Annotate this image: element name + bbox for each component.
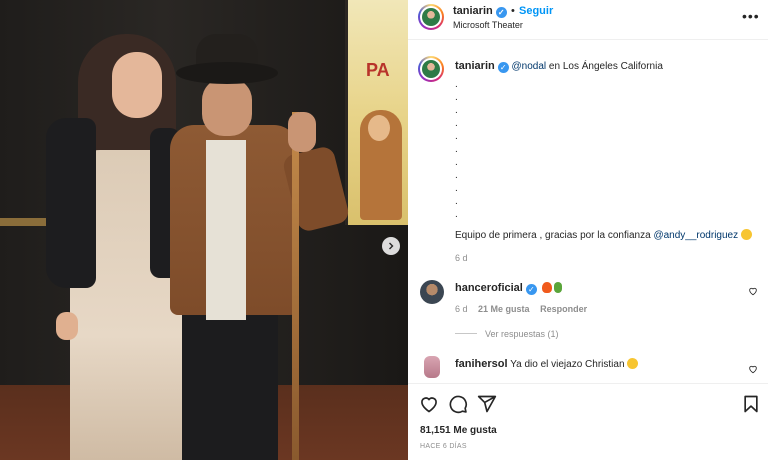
chevron-right-icon bbox=[389, 242, 394, 250]
caption-dot: . bbox=[455, 79, 458, 90]
verified-badge-icon: ✓ bbox=[497, 62, 509, 73]
caption-dot: . bbox=[455, 183, 458, 194]
fire-emoji-icon bbox=[541, 282, 552, 293]
movie-poster: PA bbox=[345, 0, 408, 225]
comment: hanceroficial ✓ 6 d 21 Me gusta Responder… bbox=[408, 278, 768, 348]
commenter-avatar[interactable] bbox=[420, 280, 444, 304]
man-face bbox=[202, 78, 252, 136]
comment-text: Ya dio el viejazo Christian bbox=[510, 359, 625, 370]
comment-likes[interactable]: 21 Me gusta bbox=[478, 304, 530, 314]
caption-timestamp[interactable]: 6 d bbox=[455, 253, 468, 263]
caption-dot: . bbox=[455, 209, 458, 220]
post-photo[interactable]: PA bbox=[0, 0, 408, 460]
caption-username[interactable]: taniarin bbox=[455, 60, 495, 72]
man-hand bbox=[288, 112, 316, 152]
author-avatar[interactable] bbox=[418, 4, 444, 30]
woman-face bbox=[112, 52, 162, 118]
caption-dot: . bbox=[455, 144, 458, 155]
post-actions: 81,151 Me gusta HACE 6 DÍAS bbox=[408, 383, 768, 460]
reply-button[interactable]: Responder bbox=[540, 304, 587, 314]
man-cane bbox=[292, 112, 299, 460]
post-location[interactable]: Microsoft Theater bbox=[453, 20, 523, 30]
comment-body: hanceroficial ✓ bbox=[455, 282, 562, 295]
man-hat-brim bbox=[176, 62, 278, 84]
post-side-panel: taniarin ✓ • Seguir Microsoft Theater •••… bbox=[408, 0, 768, 460]
author-username[interactable]: taniarin ✓ bbox=[453, 5, 507, 18]
comment-meta: 6 d 21 Me gusta Responder bbox=[455, 304, 595, 314]
more-options-icon[interactable]: ••• bbox=[742, 8, 760, 24]
comment-like-icon[interactable] bbox=[748, 286, 758, 299]
replies-line bbox=[455, 333, 477, 334]
caption-avatar[interactable] bbox=[418, 56, 444, 82]
view-replies-label[interactable]: Ver respuestas (1) bbox=[485, 329, 559, 339]
verified-badge-icon: ✓ bbox=[495, 7, 507, 18]
commenter-username[interactable]: hanceroficial bbox=[455, 282, 523, 294]
caption-first-line: taniarin ✓ @nodal en Los Ángeles Californ… bbox=[455, 60, 663, 73]
caption-last-line: Equipo de primera , gracias por la confi… bbox=[455, 229, 752, 241]
comment-body: fanihersol Ya dio el viejazo Christian bbox=[455, 358, 639, 370]
cactus-emoji-icon bbox=[553, 282, 562, 293]
man-shirt bbox=[206, 140, 246, 320]
comment: fanihersol Ya dio el viejazo Christian bbox=[408, 352, 768, 382]
comment-like-icon[interactable] bbox=[748, 364, 758, 377]
caption-dot: . bbox=[455, 92, 458, 103]
header-separator: • bbox=[511, 5, 515, 17]
caption-mention[interactable]: @nodal bbox=[512, 61, 547, 72]
comment-icon[interactable] bbox=[448, 394, 468, 414]
poster-head bbox=[368, 115, 390, 141]
comment-time[interactable]: 6 d bbox=[455, 304, 468, 314]
smile-emoji-icon bbox=[740, 229, 752, 240]
woman-jacket-left bbox=[46, 118, 96, 288]
heart-icon[interactable] bbox=[419, 394, 439, 414]
share-icon[interactable] bbox=[477, 394, 497, 414]
commenter-avatar[interactable] bbox=[424, 356, 440, 378]
caption-dots: . . . . . . . . . . . bbox=[455, 78, 458, 221]
caption-dot: . bbox=[455, 196, 458, 207]
bookmark-icon[interactable] bbox=[741, 394, 761, 414]
caption-text: en Los Ángeles California bbox=[546, 61, 663, 72]
caption-thanks-text: Equipo de primera , gracias por la confi… bbox=[455, 230, 654, 241]
post-date[interactable]: HACE 6 DÍAS bbox=[420, 443, 467, 450]
follow-button[interactable]: Seguir bbox=[519, 5, 553, 17]
caption-dot: . bbox=[455, 157, 458, 168]
caption-mention-2[interactable]: @andy__rodriguez bbox=[653, 230, 738, 241]
next-photo-button[interactable] bbox=[382, 237, 400, 255]
view-replies-button[interactable]: Ver respuestas (1) bbox=[455, 329, 559, 339]
caption-dot: . bbox=[455, 105, 458, 116]
poster-text: PA bbox=[366, 60, 390, 80]
caption-dot: . bbox=[455, 131, 458, 142]
verified-badge-icon: ✓ bbox=[525, 284, 537, 295]
caption-dot: . bbox=[455, 118, 458, 129]
woman-hand bbox=[56, 312, 78, 340]
man-pants bbox=[182, 312, 278, 460]
commenter-username[interactable]: fanihersol bbox=[455, 358, 508, 370]
post-header: taniarin ✓ • Seguir Microsoft Theater ••• bbox=[408, 0, 768, 40]
laugh-emoji-icon bbox=[627, 358, 639, 369]
likes-count[interactable]: 81,151 Me gusta bbox=[420, 425, 497, 436]
caption-dot: . bbox=[455, 170, 458, 181]
